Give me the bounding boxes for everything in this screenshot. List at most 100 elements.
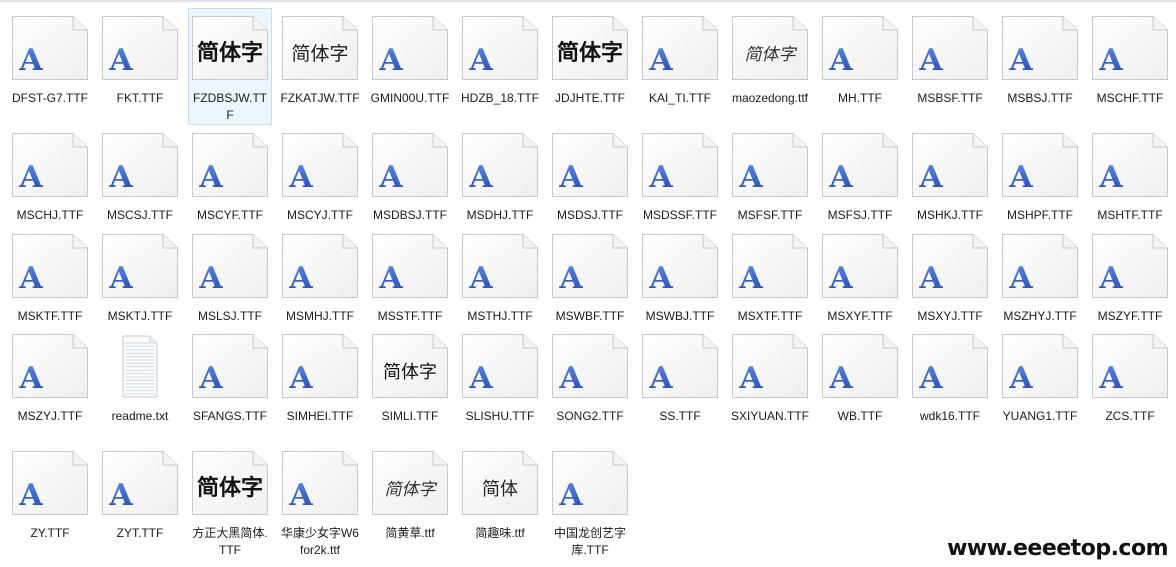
- font-file-icon: A: [11, 132, 89, 198]
- svg-text:A: A: [558, 361, 583, 396]
- file-item[interactable]: A MSKTF.TTF: [8, 226, 92, 326]
- file-item[interactable]: A wdk16.TTF: [908, 326, 992, 443]
- svg-text:简体字: 简体字: [745, 45, 798, 65]
- file-item[interactable]: A MSKTJ.TTF: [98, 226, 182, 326]
- file-item[interactable]: A MSCHJ.TTF: [8, 125, 92, 226]
- svg-text:A: A: [738, 160, 763, 195]
- file-name-label: MSXTF.TTF: [737, 309, 803, 323]
- file-item[interactable]: A ZY.TTF: [8, 443, 92, 558]
- file-item[interactable]: 简体 简趣味.ttf: [458, 443, 542, 558]
- watermark-text: www.eeeetop.com: [947, 536, 1168, 561]
- file-item[interactable]: A MSXYJ.TTF: [908, 226, 992, 326]
- font-preview-thumbnail: 简体字: [281, 15, 359, 81]
- file-item[interactable]: A MSLSJ.TTF: [188, 226, 272, 326]
- file-item[interactable]: A SONG2.TTF: [548, 326, 632, 443]
- file-name-label: MSSTF.TTF: [377, 309, 443, 323]
- svg-text:A: A: [108, 43, 133, 78]
- file-item[interactable]: 简体字 JDJHTE.TTF: [548, 8, 632, 125]
- svg-text:A: A: [108, 160, 133, 195]
- file-name-label: SONG2.TTF: [556, 409, 624, 423]
- font-file-icon: A: [371, 15, 449, 81]
- file-item[interactable]: A 华康少女字W6 for2k.ttf: [278, 443, 362, 558]
- font-file-icon: A: [821, 233, 899, 299]
- file-item[interactable]: A ZCS.TTF: [1088, 326, 1172, 443]
- file-item[interactable]: A MSHTF.TTF: [1088, 125, 1172, 226]
- svg-text:简体字: 简体字: [197, 40, 263, 66]
- file-item[interactable]: A MSBSJ.TTF: [998, 8, 1082, 125]
- svg-text:A: A: [468, 261, 493, 296]
- file-item[interactable]: A DFST-G7.TTF: [8, 8, 92, 125]
- file-item[interactable]: 简体字 FZDBSJW.TTF: [188, 8, 272, 125]
- file-name-label: wdk16.TTF: [919, 409, 980, 423]
- file-item[interactable]: A MSHPF.TTF: [998, 125, 1082, 226]
- file-item[interactable]: A MSFSF.TTF: [728, 125, 812, 226]
- file-name-label: SLISHU.TTF: [465, 409, 535, 423]
- file-item[interactable]: A FKT.TTF: [98, 8, 182, 125]
- file-item[interactable]: 简体字 简黄草.ttf: [368, 443, 452, 558]
- font-file-icon: A: [1001, 132, 1079, 198]
- svg-text:简体字: 简体字: [383, 362, 437, 383]
- font-file-icon: A: [1091, 333, 1169, 399]
- file-item[interactable]: A MSZHYJ.TTF: [998, 226, 1082, 326]
- font-file-icon: A: [371, 132, 449, 198]
- file-item[interactable]: A MSDHJ.TTF: [458, 125, 542, 226]
- svg-text:A: A: [198, 160, 223, 195]
- file-item[interactable]: A MSFSJ.TTF: [818, 125, 902, 226]
- svg-text:A: A: [468, 361, 493, 396]
- file-item[interactable]: A MSZYF.TTF: [1088, 226, 1172, 326]
- file-item[interactable]: A 中国龙创艺字库.TTF: [548, 443, 632, 558]
- file-item[interactable]: A MSXYF.TTF: [818, 226, 902, 326]
- font-file-icon: A: [461, 233, 539, 299]
- file-name-label: MSCSJ.TTF: [107, 208, 173, 222]
- file-item[interactable]: A HDZB_18.TTF: [458, 8, 542, 125]
- svg-text:A: A: [918, 160, 943, 195]
- font-file-icon: A: [101, 450, 179, 516]
- file-item[interactable]: A MSSTF.TTF: [368, 226, 452, 326]
- file-item[interactable]: 简体字 SIMLI.TTF: [368, 326, 452, 443]
- svg-text:A: A: [648, 43, 673, 78]
- svg-text:A: A: [918, 261, 943, 296]
- file-item[interactable]: A GMIN00U.TTF: [368, 8, 452, 125]
- file-item[interactable]: readme.txt: [98, 326, 182, 443]
- file-item[interactable]: A MSDSSF.TTF: [638, 125, 722, 226]
- file-item[interactable]: A SIMHEI.TTF: [278, 326, 362, 443]
- svg-text:简体字: 简体字: [385, 480, 438, 500]
- file-item[interactable]: A MSZYJ.TTF: [8, 326, 92, 443]
- file-name-label: MSDSSF.TTF: [643, 208, 717, 222]
- file-item[interactable]: A MSXTF.TTF: [728, 226, 812, 326]
- file-item[interactable]: A WB.TTF: [818, 326, 902, 443]
- file-item[interactable]: A MSDSJ.TTF: [548, 125, 632, 226]
- file-item[interactable]: A MSWBJ.TTF: [638, 226, 722, 326]
- file-item[interactable]: A SS.TTF: [638, 326, 722, 443]
- file-item[interactable]: A MSDBSJ.TTF: [368, 125, 452, 226]
- file-item[interactable]: A MSBSF.TTF: [908, 8, 992, 125]
- file-item[interactable]: A MSHKJ.TTF: [908, 125, 992, 226]
- file-item[interactable]: A MSCYF.TTF: [188, 125, 272, 226]
- font-file-icon: A: [11, 15, 89, 81]
- svg-text:A: A: [198, 261, 223, 296]
- file-item[interactable]: A ZYT.TTF: [98, 443, 182, 558]
- file-item[interactable]: A MSWBF.TTF: [548, 226, 632, 326]
- svg-text:A: A: [558, 478, 583, 513]
- font-file-icon: A: [1001, 15, 1079, 81]
- file-item[interactable]: 简体字 方正大黑简体.TTF: [188, 443, 272, 558]
- file-item[interactable]: A MH.TTF: [818, 8, 902, 125]
- font-file-icon: A: [551, 450, 629, 516]
- file-item[interactable]: A KAI_TI.TTF: [638, 8, 722, 125]
- file-name-label: DFST-G7.TTF: [12, 91, 88, 105]
- font-file-icon: A: [821, 333, 899, 399]
- file-item[interactable]: A MSTHJ.TTF: [458, 226, 542, 326]
- file-item[interactable]: 简体字 maozedong.ttf: [728, 8, 812, 125]
- file-item[interactable]: A SLISHU.TTF: [458, 326, 542, 443]
- file-item[interactable]: A SXIYUAN.TTF: [728, 326, 812, 443]
- file-item[interactable]: A MSCHF.TTF: [1088, 8, 1172, 125]
- font-file-icon: A: [101, 15, 179, 81]
- font-file-icon: A: [461, 15, 539, 81]
- file-item[interactable]: A YUANG1.TTF: [998, 326, 1082, 443]
- file-item[interactable]: A MSCSJ.TTF: [98, 125, 182, 226]
- file-item[interactable]: A MSMHJ.TTF: [278, 226, 362, 326]
- file-item[interactable]: A SFANGS.TTF: [188, 326, 272, 443]
- font-file-icon: A: [281, 333, 359, 399]
- file-item[interactable]: 简体字 FZKATJW.TTF: [278, 8, 362, 125]
- file-item[interactable]: A MSCYJ.TTF: [278, 125, 362, 226]
